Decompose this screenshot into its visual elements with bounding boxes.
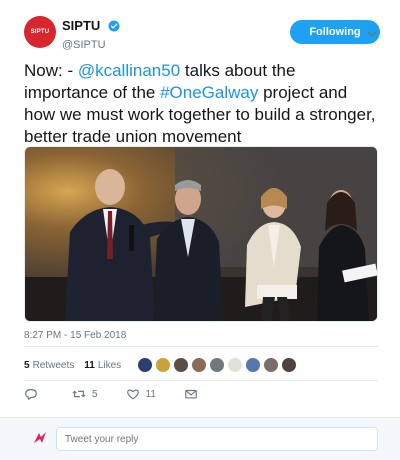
liker-avatar[interactable]	[137, 357, 154, 373]
reply-input[interactable]	[56, 427, 378, 451]
liker-avatar[interactable]	[155, 357, 172, 373]
panel-discussion-photo	[25, 147, 377, 321]
retweets-count: 5	[24, 359, 30, 371]
avatar-logo-text: SIPTU	[30, 29, 50, 35]
reply-action[interactable]	[24, 387, 44, 401]
tweet-header: SIPTU SIPTU @SIPTU Following	[24, 14, 384, 51]
tweet-actions: 5 11	[24, 386, 232, 402]
reply-icon	[25, 389, 37, 400]
mention-link[interactable]: @kcallinan50	[78, 61, 180, 80]
user-handle[interactable]: @SIPTU	[62, 39, 120, 51]
author-names: SIPTU @SIPTU	[62, 17, 120, 51]
retweet-action[interactable]: 5	[72, 387, 98, 401]
liker-avatars	[137, 357, 299, 373]
hashtag-link[interactable]: #OneGalway	[160, 83, 258, 102]
chevron-down-icon[interactable]	[366, 28, 378, 40]
direct-message-action[interactable]	[184, 387, 204, 401]
user-avatar-icon[interactable]	[30, 428, 50, 448]
tweet-stats: 5 Retweets 11 Likes	[24, 354, 299, 376]
heart-icon	[126, 389, 139, 400]
divider	[24, 380, 378, 381]
tweet-timestamp[interactable]: 8:27 PM - 15 Feb 2018	[24, 330, 126, 341]
avatar[interactable]: SIPTU	[24, 16, 56, 48]
envelope-icon	[185, 389, 197, 399]
liker-avatar[interactable]	[263, 357, 280, 373]
tweet-card: SIPTU SIPTU @SIPTU Following Now: - @kca…	[0, 0, 400, 418]
verified-badge-icon	[108, 20, 120, 32]
reply-bar	[0, 418, 400, 460]
liker-avatar[interactable]	[245, 357, 262, 373]
retweets-stat[interactable]: 5 Retweets	[24, 360, 74, 371]
liker-avatar[interactable]	[191, 357, 208, 373]
liker-avatar[interactable]	[173, 357, 190, 373]
display-name[interactable]: SIPTU	[62, 18, 100, 33]
liker-avatar[interactable]	[227, 357, 244, 373]
liker-avatar[interactable]	[281, 357, 298, 373]
divider	[24, 346, 378, 347]
like-count: 11	[145, 388, 156, 400]
like-action[interactable]: 11	[126, 387, 156, 401]
retweets-label: Retweets	[32, 359, 75, 371]
likes-stat[interactable]: 11 Likes	[84, 360, 121, 371]
liker-avatar[interactable]	[209, 357, 226, 373]
tweet-text-prefix: Now: -	[24, 61, 78, 80]
retweet-count: 5	[92, 388, 98, 400]
tweet-photo[interactable]	[24, 146, 378, 322]
tweet-text: Now: - @kcallinan50 talks about the impo…	[24, 60, 380, 148]
retweet-icon	[72, 390, 86, 398]
likes-label: Likes	[97, 359, 122, 371]
likes-count: 11	[84, 359, 95, 371]
